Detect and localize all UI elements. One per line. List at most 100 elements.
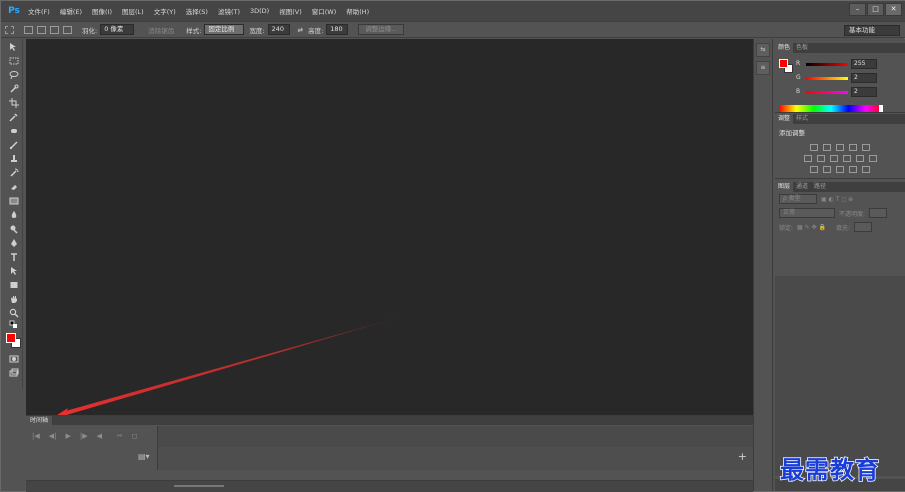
posterize-icon[interactable] bbox=[823, 166, 831, 173]
restore-button[interactable]: □ bbox=[867, 3, 884, 16]
photo-filter-icon[interactable] bbox=[842, 155, 851, 162]
lasso-tool-icon[interactable] bbox=[7, 69, 21, 81]
invert-icon[interactable] bbox=[810, 166, 818, 173]
first-frame-button[interactable]: |◀ bbox=[32, 432, 40, 440]
screen-mode-icon[interactable] bbox=[7, 367, 21, 379]
feather-input[interactable]: 0 像素 bbox=[100, 24, 135, 35]
red-slider[interactable] bbox=[806, 63, 848, 66]
tab-adjustments[interactable]: 调整 bbox=[775, 114, 794, 124]
dodge-tool-icon[interactable] bbox=[7, 223, 21, 235]
close-button[interactable]: ✕ bbox=[885, 3, 902, 16]
antialias-checkbox[interactable]: 消除锯齿 bbox=[148, 25, 174, 35]
subtract-selection-icon[interactable] bbox=[50, 25, 59, 34]
rectangle-tool-icon[interactable] bbox=[7, 279, 21, 291]
tab-swatches[interactable]: 色板 bbox=[793, 43, 811, 53]
menu-layer[interactable]: 图层(L) bbox=[117, 6, 149, 16]
zoom-tool-icon[interactable] bbox=[7, 307, 21, 319]
color-spectrum-bar[interactable] bbox=[779, 105, 883, 112]
brightness-icon[interactable] bbox=[810, 144, 818, 151]
refine-edge-button[interactable]: 调整边缘... bbox=[358, 24, 405, 35]
fill-input[interactable] bbox=[853, 222, 872, 232]
blue-slider[interactable] bbox=[806, 91, 848, 94]
menu-3d[interactable]: 3D(D) bbox=[245, 7, 274, 15]
black-white-icon[interactable] bbox=[829, 155, 838, 162]
intersect-selection-icon[interactable] bbox=[63, 25, 72, 34]
minimize-button[interactable]: – bbox=[849, 3, 866, 16]
blur-tool-icon[interactable] bbox=[7, 209, 21, 221]
split-button[interactable]: ✂ bbox=[117, 432, 123, 440]
levels-icon[interactable] bbox=[823, 144, 831, 151]
add-selection-icon[interactable] bbox=[37, 25, 46, 34]
menu-edit[interactable]: 编辑(E) bbox=[55, 6, 87, 16]
eyedropper-tool-icon[interactable] bbox=[7, 111, 21, 123]
color-swatches[interactable] bbox=[5, 333, 22, 349]
foreground-color-swatch[interactable] bbox=[5, 333, 16, 343]
history-panel-icon[interactable]: ⇆ bbox=[756, 43, 770, 57]
move-tool-icon[interactable] bbox=[7, 41, 21, 53]
timeline-zoom-slider[interactable] bbox=[174, 485, 224, 487]
tab-layers[interactable]: 图层 bbox=[775, 182, 794, 192]
new-selection-icon[interactable] bbox=[24, 25, 33, 34]
color-spectrum-white[interactable] bbox=[879, 105, 883, 112]
color-lookup-icon[interactable] bbox=[868, 155, 877, 162]
tab-color[interactable]: 颜色 bbox=[775, 43, 794, 53]
default-colors-icon[interactable] bbox=[7, 320, 21, 329]
tab-timeline[interactable]: 时间轴 bbox=[26, 416, 54, 425]
eraser-tool-icon[interactable] bbox=[7, 181, 21, 193]
swap-dimensions-icon[interactable]: ⇄ bbox=[298, 26, 303, 34]
healing-brush-tool-icon[interactable] bbox=[7, 125, 21, 137]
menu-image[interactable]: 图像(I) bbox=[87, 6, 117, 16]
width-input[interactable]: 240 bbox=[267, 24, 290, 35]
gradient-tool-icon[interactable] bbox=[7, 195, 21, 207]
menu-type[interactable]: 文字(Y) bbox=[149, 6, 181, 16]
blue-value-input[interactable]: 2 bbox=[851, 87, 877, 97]
audio-button[interactable]: ◀ bbox=[97, 432, 102, 440]
add-media-button[interactable]: + bbox=[738, 450, 747, 463]
layer-filter-icons[interactable]: ▣ ◐ T ◻ ⊕ bbox=[821, 196, 853, 203]
tab-paths[interactable]: 路径 bbox=[811, 182, 829, 192]
selective-color-icon[interactable] bbox=[849, 166, 857, 173]
lock-icons[interactable]: ▦ ✎ ✥ 🔒 bbox=[797, 224, 826, 231]
curves-icon[interactable] bbox=[836, 144, 844, 151]
path-selection-tool-icon[interactable] bbox=[7, 265, 21, 277]
history-brush-tool-icon[interactable] bbox=[7, 167, 21, 179]
style-select[interactable]: 固定比例 bbox=[204, 24, 245, 35]
hue-saturation-icon[interactable] bbox=[803, 155, 812, 162]
height-input[interactable]: 180 bbox=[326, 24, 349, 35]
timeline-ruler[interactable] bbox=[157, 426, 753, 447]
pen-tool-icon[interactable] bbox=[7, 237, 21, 249]
green-slider[interactable] bbox=[806, 77, 848, 80]
clone-stamp-tool-icon[interactable] bbox=[7, 153, 21, 165]
menu-window[interactable]: 窗口(W) bbox=[307, 6, 342, 16]
tab-channels[interactable]: 通道 bbox=[793, 182, 811, 192]
layer-kind-select[interactable]: ρ 类型 bbox=[779, 194, 817, 204]
menu-filter[interactable]: 滤镜(T) bbox=[213, 6, 245, 16]
quick-mask-icon[interactable] bbox=[7, 353, 21, 365]
opacity-input[interactable] bbox=[869, 208, 888, 218]
threshold-icon[interactable] bbox=[836, 166, 844, 173]
exposure-icon[interactable] bbox=[849, 144, 857, 151]
green-value-input[interactable]: 2 bbox=[851, 73, 877, 83]
brush-tool-icon[interactable] bbox=[7, 139, 21, 151]
document-canvas[interactable] bbox=[26, 39, 753, 415]
marquee-tool-preset-icon[interactable] bbox=[5, 25, 14, 34]
next-frame-button[interactable]: |▶ bbox=[80, 432, 88, 440]
blend-mode-select[interactable]: 正常 bbox=[779, 208, 835, 218]
vibrance-icon[interactable] bbox=[862, 144, 870, 151]
properties-panel-icon[interactable]: ≡ bbox=[756, 61, 770, 75]
film-icon[interactable]: ▤▾ bbox=[138, 452, 150, 461]
menu-help[interactable]: 帮助(H) bbox=[341, 6, 374, 16]
hand-tool-icon[interactable] bbox=[7, 293, 21, 305]
channel-mixer-icon[interactable] bbox=[855, 155, 864, 162]
menu-view[interactable]: 视图(V) bbox=[274, 6, 307, 16]
transition-button[interactable]: ◻ bbox=[132, 432, 138, 440]
menu-file[interactable]: 文件(F) bbox=[23, 6, 55, 16]
red-value-input[interactable]: 255 bbox=[851, 59, 877, 69]
previous-frame-button[interactable]: ◀| bbox=[49, 432, 57, 440]
color-panel-foreground[interactable] bbox=[779, 59, 788, 68]
quick-select-tool-icon[interactable] bbox=[7, 83, 21, 95]
play-button[interactable]: ▶ bbox=[66, 432, 71, 440]
layers-list[interactable] bbox=[775, 276, 905, 476]
crop-tool-icon[interactable] bbox=[7, 97, 21, 109]
menu-select[interactable]: 选择(S) bbox=[181, 6, 213, 16]
